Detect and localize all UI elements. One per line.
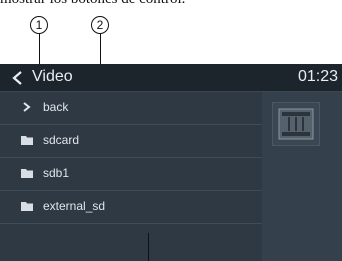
video-screen: Video 01:23 back sdcard sdb1 external_sd <box>0 64 342 261</box>
film-strip-icon <box>278 108 314 140</box>
screen-title: Video <box>32 68 73 85</box>
preview-panel <box>262 92 342 261</box>
list-item-external-sd[interactable]: external_sd <box>0 191 262 224</box>
clock: 01:23 <box>297 68 338 85</box>
folder-icon <box>21 136 33 145</box>
return-arrow-icon <box>23 102 31 112</box>
title-bar: Video 01:23 <box>0 64 342 92</box>
page-caption: mostrar los botones de control. <box>0 0 185 8</box>
list-item-sdb1[interactable]: sdb1 <box>0 158 262 191</box>
list-item-label: sdcard <box>43 133 80 147</box>
list-item-label: sdb1 <box>43 166 70 180</box>
list-item-sdcard[interactable]: sdcard <box>0 125 262 158</box>
callout-2: 2 <box>91 16 109 34</box>
file-list: back sdcard sdb1 external_sd <box>0 92 262 224</box>
folder-icon <box>21 202 33 211</box>
folder-icon <box>21 169 33 178</box>
video-thumbnail[interactable] <box>272 102 320 146</box>
list-item-label: external_sd <box>43 199 106 213</box>
callout-1: 1 <box>30 16 48 34</box>
list-item-label: back <box>43 100 69 114</box>
list-item-back[interactable]: back <box>0 92 262 125</box>
back-arrow-icon[interactable] <box>11 70 25 86</box>
bottom-leader <box>148 233 149 261</box>
